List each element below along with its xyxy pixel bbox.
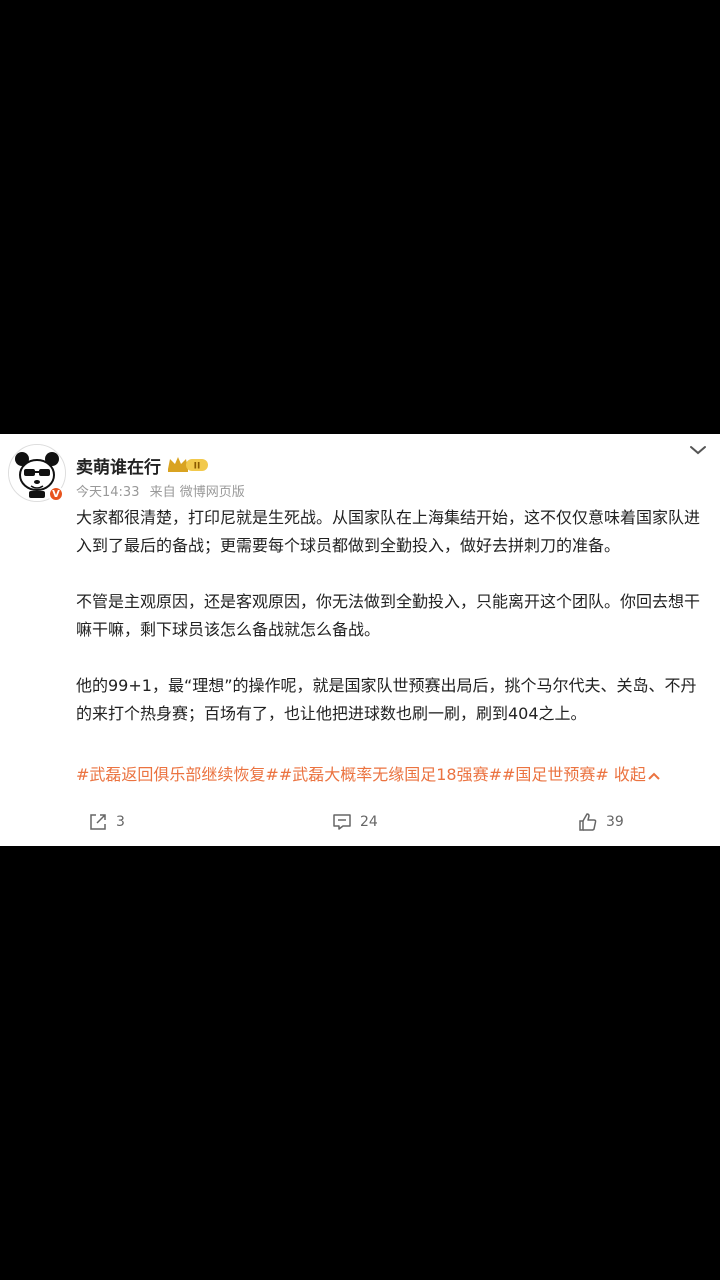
hashtag-links[interactable]: #武磊返回俱乐部继续恢复##武磊大概率无缘国足18强赛##国足世预赛# bbox=[76, 765, 609, 784]
action-bar: 3 24 39 bbox=[0, 812, 720, 836]
comment-count: 24 bbox=[360, 814, 378, 830]
share-icon bbox=[90, 814, 106, 830]
collapse-label: 收起 bbox=[613, 765, 646, 784]
post-tags: #武磊返回俱乐部继续恢复##武磊大概率无缘国足18强赛##国足世预赛# 收起 bbox=[76, 764, 661, 786]
like-count: 39 bbox=[606, 814, 624, 830]
weibo-post-card: V 卖萌谁在行 II 今天14:33 来自 微博网页版 大家都很清楚，打印尼就是… bbox=[0, 434, 720, 846]
post-time: 今天14:33 bbox=[76, 485, 140, 500]
svg-text:II: II bbox=[194, 462, 201, 472]
post-source: 来自 微博网页版 bbox=[149, 485, 245, 500]
thumbs-up-icon bbox=[579, 813, 597, 831]
post-paragraph: 他的99+1，最“理想”的操作呢，就是国家队世预赛出局后，挑个马尔代夫、关岛、不… bbox=[76, 676, 697, 723]
post-paragraph: 不管是主观原因，还是客观原因，你无法做到全勤投入，只能离开这个团队。你回去想干嘛… bbox=[76, 592, 701, 639]
post-meta: 今天14:33 来自 微博网页版 bbox=[76, 481, 251, 500]
post-paragraph: 大家都很清楚，打印尼就是生死战。从国家队在上海集结开始，这不仅仅意味着国家队进入… bbox=[76, 508, 701, 555]
chevron-up-icon bbox=[648, 772, 660, 780]
username[interactable]: 卖萌谁在行 bbox=[76, 453, 161, 478]
repost-button[interactable]: 3 bbox=[88, 812, 125, 832]
repost-count: 3 bbox=[116, 814, 125, 830]
comment-button[interactable]: 24 bbox=[332, 812, 378, 832]
collapse-button[interactable]: 收起 bbox=[614, 765, 661, 784]
chevron-down-icon[interactable] bbox=[688, 440, 708, 460]
member-crown-icon[interactable]: II bbox=[166, 454, 210, 474]
comment-icon bbox=[333, 814, 351, 830]
like-button[interactable]: 39 bbox=[578, 812, 624, 832]
post-content: 大家都很清楚，打印尼就是生死战。从国家队在上海集结开始，这不仅仅意味着国家队进入… bbox=[76, 504, 706, 756]
verified-badge: V bbox=[48, 486, 64, 502]
